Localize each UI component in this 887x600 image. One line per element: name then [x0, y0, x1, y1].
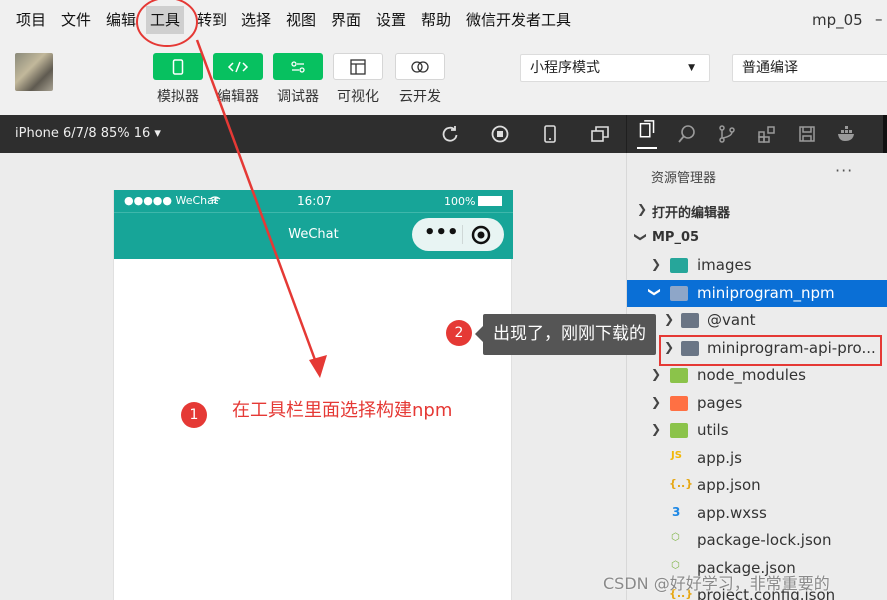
highlight-circle — [136, 0, 198, 47]
watermark: CSDN @好好学习，非常重要的 — [603, 574, 830, 593]
step-1-text: 在工具栏里面选择构建npm — [232, 400, 453, 421]
highlight-box — [659, 335, 882, 366]
arrow-head — [309, 355, 327, 378]
annotation-arrow — [195, 39, 320, 369]
step-1-badge: 1 — [181, 402, 207, 428]
step-2-tooltip: 出现了，刚刚下载的 — [475, 314, 656, 355]
step-2-badge: 2 — [446, 320, 472, 346]
annotation-overlay — [136, 0, 327, 378]
